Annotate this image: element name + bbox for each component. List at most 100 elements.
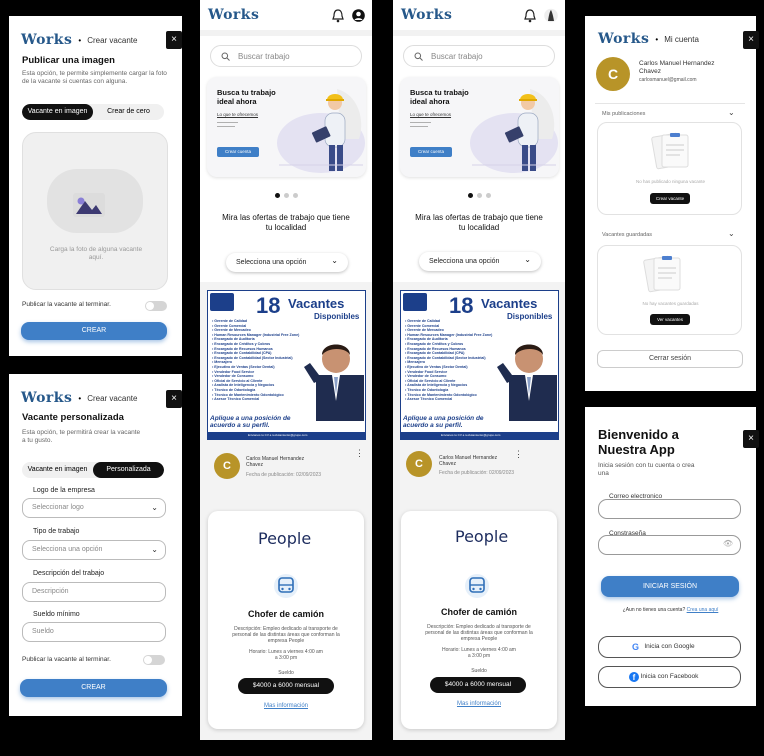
job-title: Chofer de camión xyxy=(247,609,324,619)
eye-icon[interactable]: 👁 xyxy=(723,539,733,548)
view-vacancies-button[interactable]: Ver vacantes xyxy=(650,314,690,325)
publish-toggle[interactable] xyxy=(143,655,165,665)
header-title: Crear vacante xyxy=(87,393,138,403)
location-select[interactable]: Selecciona una opción ⌄ xyxy=(226,253,348,272)
register-link[interactable]: Crea una aquí xyxy=(687,607,719,613)
poster-contact: Envíanos tu CV a reclutamiento@grupo.com xyxy=(441,433,501,437)
poster-cta: Aplique a una posición de acuerdo a su p… xyxy=(210,415,291,429)
close-icon[interactable]: × xyxy=(743,31,759,49)
saved-empty: No hay vacantes guardadas xyxy=(642,301,699,306)
app-logo: Works xyxy=(21,390,73,406)
salary-label: Sueldo mínimo xyxy=(33,611,80,618)
app-logo: Works xyxy=(21,32,73,48)
app-logo: Works xyxy=(598,31,650,47)
image-placeholder-icon xyxy=(73,193,105,217)
avatar[interactable]: C xyxy=(596,57,630,91)
chevron-down-icon: ⌄ xyxy=(331,256,338,265)
create-image-screen: Works • Crear vacante Publicar una image… xyxy=(9,16,182,356)
more-info-link[interactable]: Mas información xyxy=(208,703,364,709)
job-description: Descripción: Empleo dedicado al transpor… xyxy=(232,626,340,644)
bell-icon[interactable] xyxy=(332,9,344,23)
divider xyxy=(595,103,745,104)
job-type-select[interactable]: Selecciona una opción ⌄ xyxy=(22,540,166,560)
description-input[interactable]: Descripción xyxy=(22,582,166,602)
carousel-dots[interactable] xyxy=(200,193,372,198)
create-vacancy-button[interactable]: Crear vacante xyxy=(650,193,690,204)
create-account-button[interactable]: Crear cuenta xyxy=(217,147,259,157)
create-account-button[interactable]: Crear cuenta xyxy=(410,147,452,157)
job-schedule: Horario: Lunes a viernes 4:00 am a 3:00 … xyxy=(249,649,323,661)
avatar[interactable]: C xyxy=(406,451,432,477)
publications-empty: No has publicado ninguna vacante xyxy=(635,179,706,184)
close-icon[interactable]: × xyxy=(166,31,182,49)
close-icon[interactable]: × xyxy=(743,430,759,448)
image-upload-area[interactable]: Carga la foto de alguna vacante aquí. xyxy=(22,132,168,290)
close-icon[interactable]: × xyxy=(166,390,182,408)
facebook-icon: f xyxy=(629,672,639,682)
login-button[interactable]: INICIAR SESIÓN xyxy=(601,576,739,597)
publications-box: No has publicado ninguna vacante Crear v… xyxy=(597,122,742,215)
poster-list-item: • Asesor Técnico Comercial xyxy=(405,397,453,402)
logo-select[interactable]: Seleccionar logo ⌄ xyxy=(22,498,166,518)
chevron-down-icon[interactable]: ⌄ xyxy=(728,229,735,238)
header-title: Mi cuenta xyxy=(664,34,699,44)
avatar[interactable]: C xyxy=(214,453,240,479)
poster-cta: Aplique a una posición de acuerdo a su p… xyxy=(403,415,484,429)
account-screen: Works • Mi cuenta C Carlos Manuel Hernan… xyxy=(585,16,756,391)
more-options-icon[interactable]: ⋮ xyxy=(355,449,364,458)
salary-input[interactable]: Sueldo xyxy=(22,622,166,642)
search-input[interactable]: Buscar trabajo xyxy=(403,45,555,67)
create-button[interactable]: CREAR xyxy=(20,679,167,697)
tab-custom[interactable]: Personalizada xyxy=(93,462,164,478)
header-divider xyxy=(200,30,372,36)
user-avatar-icon[interactable] xyxy=(544,8,558,23)
tab-image-vacancy[interactable]: Vacante en imagen xyxy=(22,462,93,478)
poster-position-list: • Gerente de Calidad • Gerente Comercial •… xyxy=(405,319,492,402)
offers-text: Mira las ofertas de trabajo que tiene tu… xyxy=(415,213,543,232)
company-name: People xyxy=(455,527,509,546)
company-name: People xyxy=(258,529,312,548)
search-input[interactable]: Buscar trabajo xyxy=(210,45,362,67)
job-title: Chofer de camión xyxy=(440,607,517,617)
email-field[interactable] xyxy=(598,499,741,519)
logout-button[interactable]: Cerrar sesión xyxy=(597,350,743,368)
poster-title: Vacantes xyxy=(481,296,538,311)
chevron-down-icon[interactable]: ⌄ xyxy=(728,108,735,117)
create-button[interactable]: CREAR xyxy=(21,322,167,340)
offers-text: Mira las ofertas de trabajo que tiene tu… xyxy=(222,213,350,232)
publish-label: Publicar la vacante al terminar. xyxy=(22,301,111,308)
login-screen: Bienvenido a Nuestra App Inicia sesión c… xyxy=(585,407,756,706)
google-button[interactable]: G Inicia con Google xyxy=(598,636,741,658)
company-logo: People xyxy=(258,529,311,548)
chevron-down-icon: ⌄ xyxy=(151,545,158,554)
vacancy-poster[interactable]: 18 Vacantes Disponibles • Gerente de Cal… xyxy=(400,290,559,440)
hero-subtitle: Lo que te ofrecemos xyxy=(217,112,259,117)
location-select-value: Selecciona una opción xyxy=(236,259,307,266)
feed-screen-2: Works Buscar trabajo Busca tu trabajo id… xyxy=(393,0,565,740)
header-divider xyxy=(393,30,565,36)
header-separator: • xyxy=(655,34,659,44)
no-account-text: ¿Aun no tienes una cuenta? xyxy=(622,607,686,613)
poster-contact: Envíanos tu CV a reclutamiento@grupo.com xyxy=(248,433,308,437)
poster-list-item: • Asesor Técnico Comercial xyxy=(212,397,260,402)
profile-icon[interactable] xyxy=(352,9,365,22)
location-select[interactable]: Selecciona una opción ⌄ xyxy=(419,252,541,271)
poster-subtitle: Disponibles xyxy=(507,312,553,321)
bell-icon[interactable] xyxy=(524,9,536,23)
job-card[interactable]: People Chofer de camión Descripción: Emp… xyxy=(208,511,364,729)
facebook-button[interactable]: f Inicia con Facebook xyxy=(598,666,741,688)
job-card[interactable]: People Chofer de camión Descripción: Emp… xyxy=(401,511,557,729)
publish-toggle[interactable] xyxy=(145,301,167,311)
chevron-down-icon: ⌄ xyxy=(524,255,531,264)
salary-pill: $4000 a 6000 mensual xyxy=(238,678,334,694)
more-options-icon[interactable]: ⋮ xyxy=(514,450,523,459)
tab-create-scratch[interactable]: Crear de cero xyxy=(93,104,164,120)
carousel-dots[interactable] xyxy=(393,193,565,198)
vacancy-poster[interactable]: 18 Vacantes Disponibles • Gerente de Cal… xyxy=(207,290,366,440)
publish-label: Publicar la vacante al terminar. xyxy=(22,656,111,663)
more-info-link[interactable]: Mas información xyxy=(401,701,557,707)
bus-icon xyxy=(465,574,489,598)
tab-image-vacancy[interactable]: Vacante en imagen xyxy=(22,104,93,120)
password-field[interactable]: 👁 xyxy=(598,535,741,555)
poster-position-list: • Gerente de Calidad • Gerente Comercial •… xyxy=(212,319,299,402)
